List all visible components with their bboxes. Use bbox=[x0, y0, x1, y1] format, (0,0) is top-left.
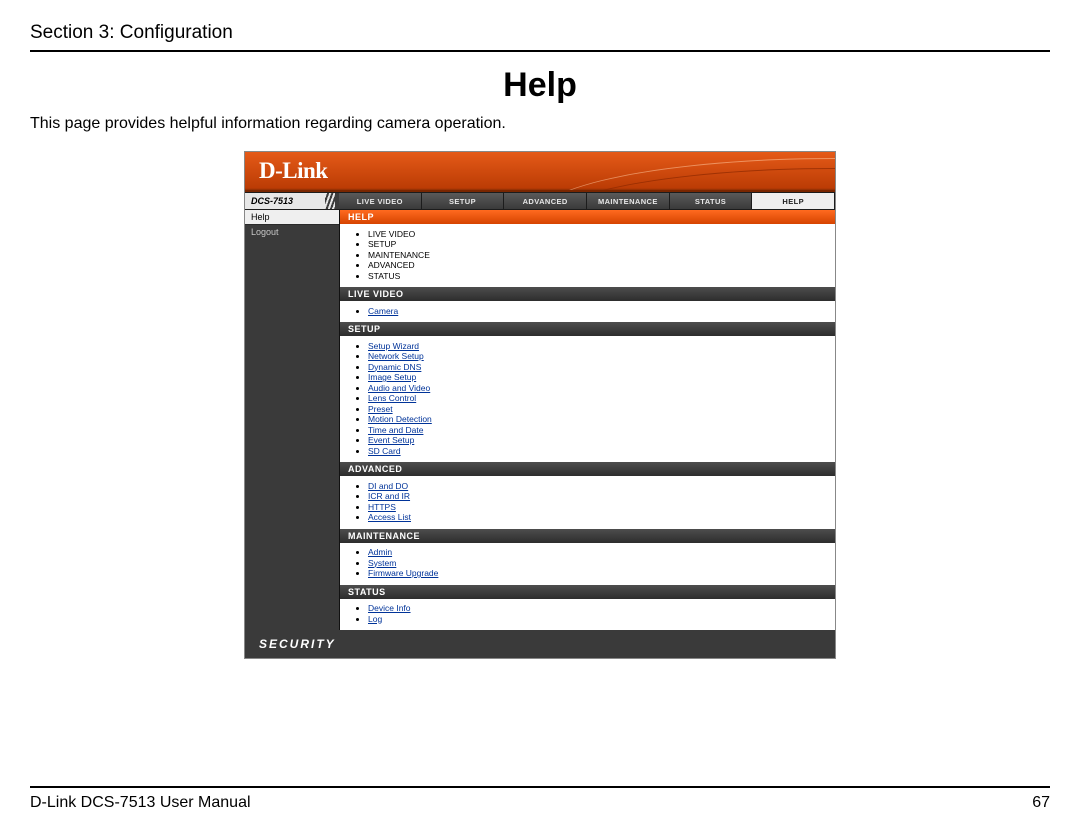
help-link-advanced: ADVANCED bbox=[368, 260, 415, 270]
tab-maintenance[interactable]: MAINTENANCE bbox=[587, 193, 670, 209]
brand-banner: D-Link bbox=[245, 152, 835, 192]
bottom-brand: SECURITY bbox=[245, 630, 835, 658]
help-link-setup: SETUP bbox=[368, 239, 396, 249]
link-admin[interactable]: Admin bbox=[368, 547, 392, 557]
top-nav: DCS-7513 LIVE VIDEO SETUP ADVANCED MAINT… bbox=[245, 192, 835, 210]
help-link-live: LIVE VIDEO bbox=[368, 229, 415, 239]
link-di-do[interactable]: DI and DO bbox=[368, 481, 408, 491]
maintenance-list: Admin System Firmware Upgrade bbox=[340, 543, 835, 585]
embedded-screenshot: D-Link DCS-7513 LIVE VIDEO SETUP ADVANCE… bbox=[244, 151, 836, 659]
help-list: LIVE VIDEO SETUP MAINTENANCE ADVANCED ST… bbox=[340, 224, 835, 287]
link-network-setup[interactable]: Network Setup bbox=[368, 351, 424, 361]
model-badge: DCS-7513 bbox=[245, 193, 339, 209]
section-header: Section 3: Configuration bbox=[30, 22, 1050, 52]
tab-live-video[interactable]: LIVE VIDEO bbox=[339, 193, 422, 209]
tab-help[interactable]: HELP bbox=[752, 193, 835, 209]
bar-maintenance: MAINTENANCE bbox=[340, 529, 835, 543]
link-setup-wizard[interactable]: Setup Wizard bbox=[368, 341, 419, 351]
link-device-info[interactable]: Device Info bbox=[368, 603, 411, 613]
bar-setup: SETUP bbox=[340, 322, 835, 336]
page-footer: D-Link DCS-7513 User Manual 67 bbox=[30, 786, 1050, 812]
link-camera[interactable]: Camera bbox=[368, 306, 398, 316]
page-title: Help bbox=[30, 66, 1050, 105]
link-log[interactable]: Log bbox=[368, 614, 382, 624]
brand-arcs bbox=[505, 154, 835, 190]
link-audio-video[interactable]: Audio and Video bbox=[368, 383, 430, 393]
link-https[interactable]: HTTPS bbox=[368, 502, 396, 512]
link-motion-detection[interactable]: Motion Detection bbox=[368, 414, 432, 424]
link-sd-card[interactable]: SD Card bbox=[368, 446, 401, 456]
link-preset[interactable]: Preset bbox=[368, 404, 393, 414]
help-link-maintenance: MAINTENANCE bbox=[368, 250, 430, 260]
content-panel: HELP LIVE VIDEO SETUP MAINTENANCE ADVANC… bbox=[339, 210, 835, 630]
help-link-status: STATUS bbox=[368, 271, 400, 281]
link-time-date[interactable]: Time and Date bbox=[368, 425, 423, 435]
status-list: Device Info Log bbox=[340, 599, 835, 631]
link-lens-control[interactable]: Lens Control bbox=[368, 393, 416, 403]
link-image-setup[interactable]: Image Setup bbox=[368, 372, 416, 382]
advanced-list: DI and DO ICR and IR HTTPS Access List bbox=[340, 476, 835, 529]
link-access-list[interactable]: Access List bbox=[368, 512, 411, 522]
link-firmware-upgrade[interactable]: Firmware Upgrade bbox=[368, 568, 438, 578]
link-event-setup[interactable]: Event Setup bbox=[368, 435, 414, 445]
sidebar: Help Logout bbox=[245, 210, 339, 239]
live-list: Camera bbox=[340, 301, 835, 322]
sidebar-item-help[interactable]: Help bbox=[245, 210, 339, 225]
bar-status: STATUS bbox=[340, 585, 835, 599]
bar-help: HELP bbox=[340, 210, 835, 224]
bar-advanced: ADVANCED bbox=[340, 462, 835, 476]
tab-advanced[interactable]: ADVANCED bbox=[504, 193, 587, 209]
footer-page-number: 67 bbox=[1032, 794, 1050, 812]
link-icr-ir[interactable]: ICR and IR bbox=[368, 491, 410, 501]
brand-logo: D-Link bbox=[259, 158, 328, 184]
sidebar-item-logout[interactable]: Logout bbox=[245, 225, 339, 239]
link-system[interactable]: System bbox=[368, 558, 396, 568]
footer-manual-title: D-Link DCS-7513 User Manual bbox=[30, 794, 251, 812]
setup-list: Setup Wizard Network Setup Dynamic DNS I… bbox=[340, 336, 835, 462]
link-dynamic-dns[interactable]: Dynamic DNS bbox=[368, 362, 421, 372]
tab-setup[interactable]: SETUP bbox=[422, 193, 505, 209]
page-intro: This page provides helpful information r… bbox=[30, 115, 1050, 133]
tab-status[interactable]: STATUS bbox=[670, 193, 753, 209]
bar-live-video: LIVE VIDEO bbox=[340, 287, 835, 301]
